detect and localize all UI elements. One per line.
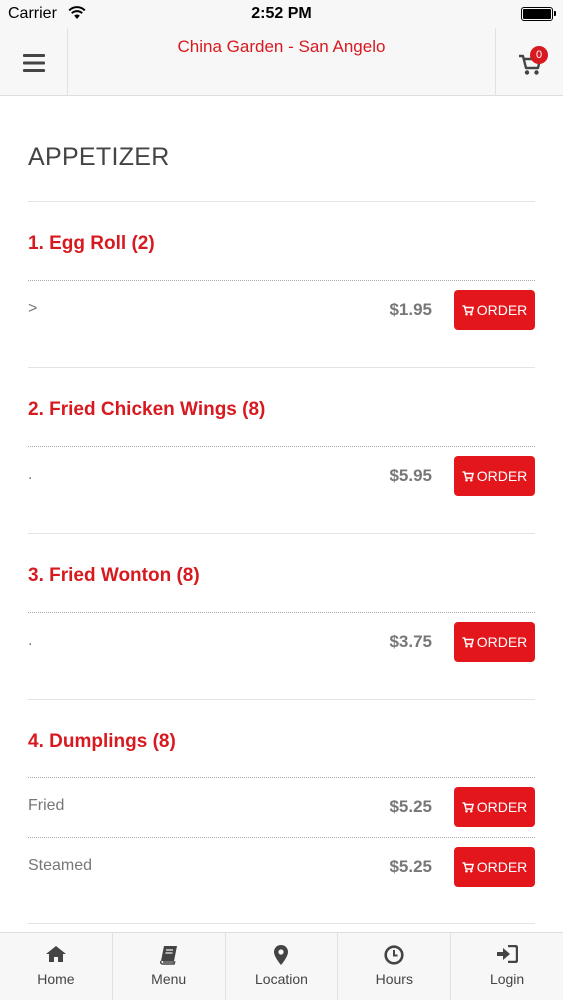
nav-label: Location: [255, 971, 308, 987]
cart-icon: [462, 304, 474, 315]
divider: [28, 923, 535, 924]
order-button-label: ORDER: [476, 302, 528, 318]
nav-home[interactable]: Home: [0, 933, 113, 1000]
status-bar: Carrier 2:52 PM: [0, 0, 563, 28]
order-button-label: ORDER: [476, 859, 528, 875]
app-header: China Garden - San Angelo 0: [0, 28, 563, 96]
divider: [28, 367, 535, 368]
divider: [28, 699, 535, 700]
variant-price: $5.25: [389, 857, 432, 876]
variant-price: $1.95: [389, 300, 432, 319]
order-button-label: ORDER: [476, 634, 528, 650]
home-icon: [45, 946, 66, 962]
dotted-divider: [28, 446, 535, 447]
restaurant-title: China Garden - San Angelo: [177, 37, 386, 56]
nav-label: Home: [37, 971, 75, 987]
section-title: APPETIZER: [28, 143, 170, 171]
order-button-label: ORDER: [476, 468, 528, 484]
menu-item-name: 1. Egg Roll (2): [28, 233, 155, 254]
dotted-divider: [28, 612, 535, 613]
nav-location[interactable]: Location: [226, 933, 339, 1000]
variant-price: $3.75: [389, 632, 432, 651]
order-button[interactable]: ORDER: [454, 622, 535, 662]
dotted-divider: [28, 280, 535, 281]
dotted-divider: [28, 777, 535, 778]
cart-icon: [462, 861, 474, 872]
divider: [28, 201, 535, 202]
order-button[interactable]: ORDER: [454, 290, 535, 330]
variant-label: .: [28, 466, 33, 483]
nav-label: Login: [489, 971, 525, 987]
map-pin-icon: [274, 945, 289, 965]
book-icon: [159, 946, 177, 965]
variant-price: $5.25: [389, 797, 432, 816]
variant-label: Fried: [28, 797, 65, 814]
nav-label: Menu: [151, 971, 187, 987]
login-icon: [497, 945, 519, 963]
nav-label: Hours: [375, 971, 413, 987]
variant-label: >: [28, 300, 38, 317]
divider: [28, 533, 535, 534]
order-button[interactable]: ORDER: [454, 847, 535, 887]
hamburger-menu-button[interactable]: [0, 28, 68, 96]
menu-item-name: 3. Fried Wonton (8): [28, 565, 200, 586]
variant-label: Steamed: [28, 857, 93, 874]
battery-icon: [521, 7, 556, 21]
menu-item-name: 4. Dumplings (8): [28, 731, 176, 752]
cart-button[interactable]: 0: [495, 28, 563, 96]
nav-menu[interactable]: Menu: [113, 933, 226, 1000]
status-time: 2:52 PM: [251, 5, 312, 22]
nav-login[interactable]: Login: [451, 933, 563, 1000]
cart-count-badge: 0: [530, 46, 548, 64]
menu-item-name: 2. Fried Chicken Wings (8): [28, 399, 266, 420]
dotted-divider: [28, 837, 535, 838]
cart-icon: [462, 801, 474, 812]
order-button[interactable]: ORDER: [454, 456, 535, 496]
clock-icon: [384, 945, 404, 965]
cart-icon: [462, 470, 474, 481]
order-button[interactable]: ORDER: [454, 787, 535, 827]
cart-icon: [462, 636, 474, 647]
nav-hours[interactable]: Hours: [338, 933, 452, 1000]
order-button-label: ORDER: [476, 799, 528, 815]
variant-label: .: [28, 632, 33, 649]
variant-price: $5.95: [389, 466, 432, 485]
hamburger-icon: [23, 54, 45, 72]
bottom-nav: Home Menu Location Hours Login: [0, 932, 563, 1000]
